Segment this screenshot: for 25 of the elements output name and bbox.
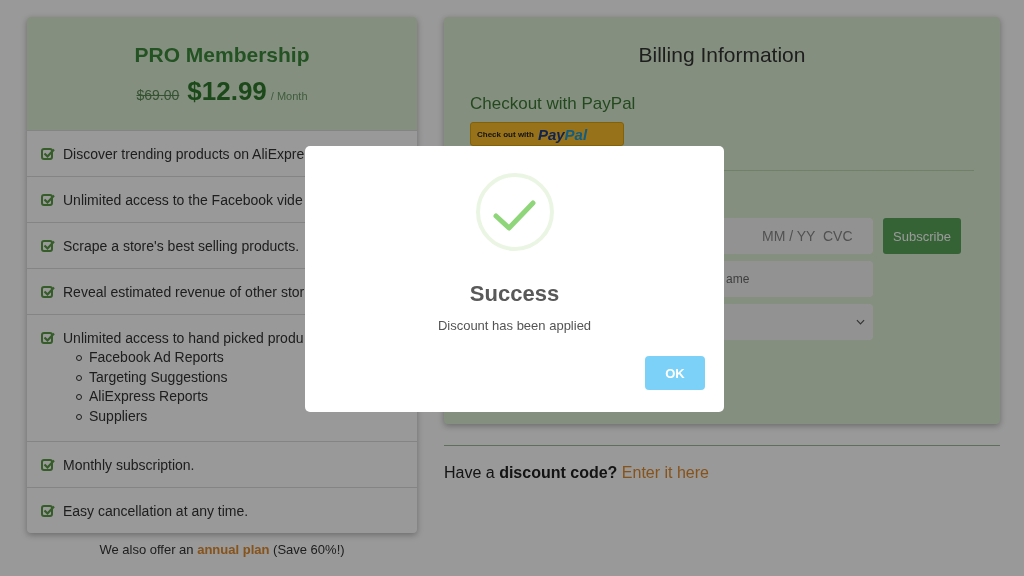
dialog-message: Discount has been applied [437, 318, 592, 333]
feature-text: Easy cancellation at any time. [63, 502, 249, 519]
discount-text: Have a discount code? Enter it here [444, 464, 710, 482]
paypal-heading: Checkout with PayPal [470, 94, 637, 114]
checkmark-icon [474, 172, 555, 252]
discount-link[interactable]: Enter it here [621, 464, 709, 481]
feature-text: Unlimited access to the Facebook vide [63, 192, 303, 208]
price: $12.99 [187, 76, 267, 107]
annual-offer-text: We also offer an annual plan (Save 60%!) [98, 541, 346, 557]
feature-text: Discover trending products on AliExpre [63, 146, 305, 162]
feature-text: Reveal estimated revenue of other stor [63, 284, 305, 300]
paypal-button[interactable]: Check out with PayPal [470, 122, 624, 146]
feature-text: Monthly subscription. [63, 456, 195, 473]
plan-title: PRO Membership [133, 43, 311, 67]
feature-subitem: Suppliers [76, 407, 403, 427]
feature-text: Unlimited access to hand picked produ [63, 330, 304, 346]
annual-plan-link[interactable]: annual plan [197, 541, 270, 557]
ok-button[interactable]: OK [645, 356, 705, 390]
subscribe-button[interactable]: Subscribe [883, 218, 961, 254]
dialog-title: Success [469, 281, 560, 307]
old-price: $69.00 [136, 87, 180, 103]
chevron-icon [856, 319, 865, 325]
billing-title: Billing Information [637, 43, 807, 67]
price-period: / Month [270, 90, 308, 102]
feature-text: Scrape a store's best selling products. [63, 238, 300, 254]
